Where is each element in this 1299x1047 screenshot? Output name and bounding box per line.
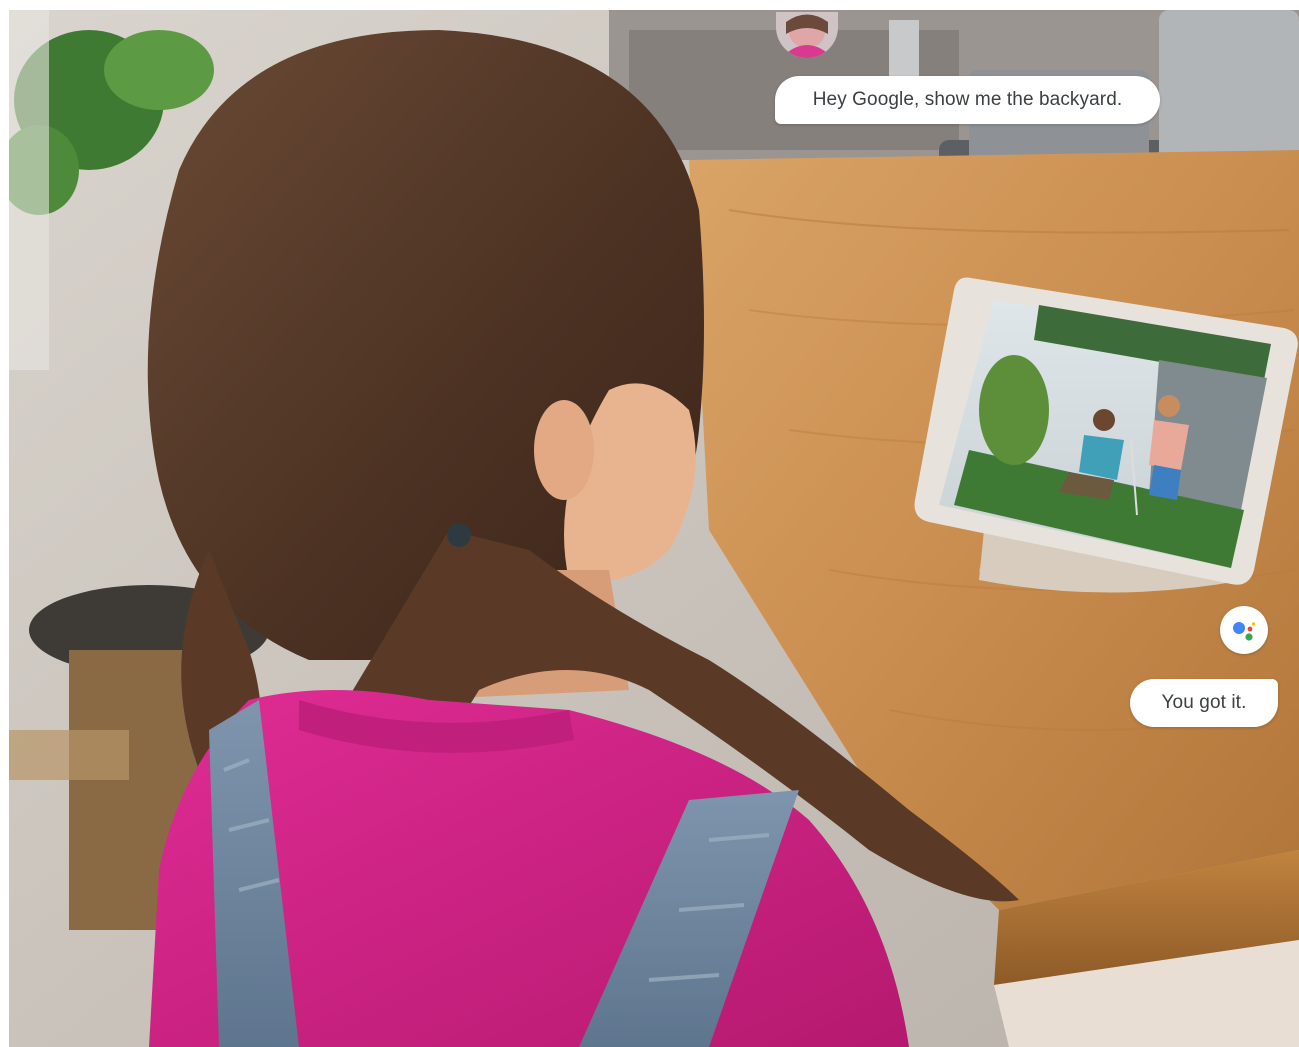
- user-query-bubble: Hey Google, show me the backyard.: [775, 76, 1160, 124]
- user-query-text: Hey Google, show me the backyard.: [812, 89, 1123, 110]
- hero-image: Hey Google, show me the backyard. You go…: [9, 10, 1299, 1047]
- assistant-dots-icon: [1233, 622, 1256, 641]
- assistant-reply-text: You got it.: [1161, 692, 1247, 713]
- assistant-reply-bubble: You got it.: [1130, 679, 1278, 727]
- google-assistant-icon: [1220, 606, 1268, 654]
- girl-with-smart-display-photo: [9, 10, 1299, 1047]
